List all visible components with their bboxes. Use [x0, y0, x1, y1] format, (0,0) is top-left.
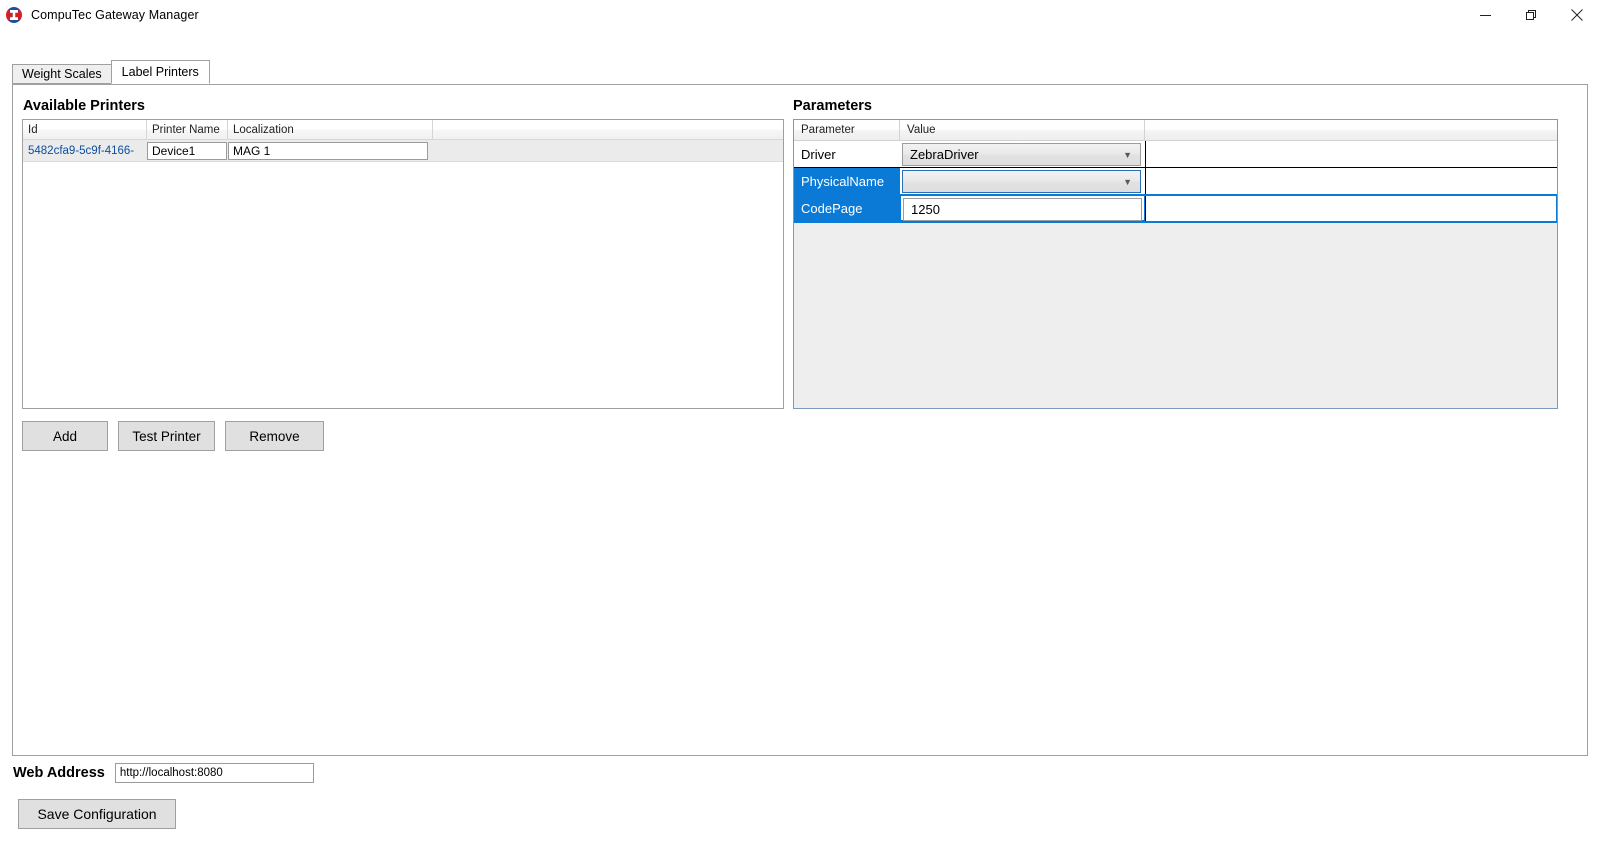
parameters-grid[interactable]: Parameter Value Driver ZebraDriver ▼ Phy… — [793, 119, 1558, 409]
tab-label-printers[interactable]: Label Printers — [110, 60, 210, 84]
parameters-column-parameter[interactable]: Parameter — [794, 120, 900, 140]
tab-label-printers-label: Label Printers — [121, 65, 199, 79]
printers-column-filler[interactable] — [433, 120, 783, 139]
parameter-row-driver-filler — [1145, 141, 1557, 167]
parameter-value-codepage-cell[interactable]: 1250 — [900, 195, 1145, 221]
parameter-row-codepage[interactable]: CodePage 1250 — [794, 194, 1557, 223]
printer-actions: Add Test Printer Remove — [22, 421, 324, 451]
parameter-name-driver: Driver — [794, 141, 900, 167]
printer-id-value: 5482cfa9-5c9f-4166- — [28, 144, 135, 157]
parameter-row-codepage-filler — [1145, 195, 1557, 221]
remove-button[interactable]: Remove — [225, 421, 324, 451]
parameter-name-physicalname: PhysicalName — [794, 168, 900, 194]
parameter-row-driver[interactable]: Driver ZebraDriver ▼ — [794, 141, 1557, 168]
web-address-row: Web Address — [13, 763, 314, 783]
printers-cell-localization[interactable] — [228, 140, 433, 162]
app-logo-icon — [6, 7, 22, 23]
save-configuration-button[interactable]: Save Configuration — [18, 799, 176, 829]
restore-icon[interactable] — [1508, 0, 1554, 30]
parameters-header-row: Parameter Value — [794, 120, 1557, 141]
tab-weight-scales[interactable]: Weight Scales — [12, 64, 112, 84]
window-controls — [1462, 0, 1600, 30]
parameters-column-value[interactable]: Value — [900, 120, 1145, 140]
parameter-value-physicalname-cell[interactable]: ▼ — [900, 168, 1145, 194]
add-button[interactable]: Add — [22, 421, 108, 451]
parameters-column-filler[interactable] — [1145, 120, 1557, 140]
close-icon[interactable] — [1554, 0, 1600, 30]
tab-weight-scales-label: Weight Scales — [22, 67, 102, 81]
printers-cell-printer-name[interactable] — [147, 140, 228, 162]
driver-dropdown-value: ZebraDriver — [910, 147, 979, 162]
test-printer-button[interactable]: Test Printer — [118, 421, 215, 451]
parameter-value-driver-cell[interactable]: ZebraDriver ▼ — [900, 141, 1145, 167]
web-address-label: Web Address — [13, 765, 105, 781]
parameter-row-physicalname-filler — [1145, 168, 1557, 194]
physicalname-dropdown[interactable]: ▼ — [902, 170, 1141, 193]
printers-cell-id[interactable]: 5482cfa9-5c9f-4166- — [23, 140, 147, 162]
table-row[interactable]: 5482cfa9-5c9f-4166- — [23, 140, 783, 162]
parameters-caption: Parameters — [793, 98, 872, 114]
printers-header-row: Id Printer Name Localization — [23, 120, 783, 140]
printers-column-id[interactable]: Id — [23, 120, 147, 139]
available-printers-grid[interactable]: Id Printer Name Localization 5482cfa9-5c… — [22, 119, 784, 409]
web-address-input[interactable] — [114, 763, 314, 783]
chevron-down-icon: ▼ — [1123, 176, 1132, 187]
available-printers-caption: Available Printers — [23, 98, 145, 114]
codepage-input[interactable]: 1250 — [903, 198, 1142, 221]
chevron-down-icon: ▼ — [1123, 149, 1132, 160]
parameter-row-physicalname[interactable]: PhysicalName ▼ — [794, 168, 1557, 195]
printers-column-localization[interactable]: Localization — [228, 120, 433, 139]
parameter-name-codepage: CodePage — [794, 195, 900, 221]
printer-name-input[interactable] — [147, 141, 227, 160]
tab-strip: Weight Scales Label Printers — [12, 60, 210, 84]
title-bar: CompuTec Gateway Manager — [0, 0, 1600, 30]
driver-dropdown[interactable]: ZebraDriver ▼ — [902, 143, 1141, 166]
minimize-icon[interactable] — [1462, 0, 1508, 30]
printers-column-printer-name[interactable]: Printer Name — [147, 120, 228, 139]
localization-input[interactable] — [228, 141, 428, 160]
window-title: CompuTec Gateway Manager — [31, 8, 199, 22]
